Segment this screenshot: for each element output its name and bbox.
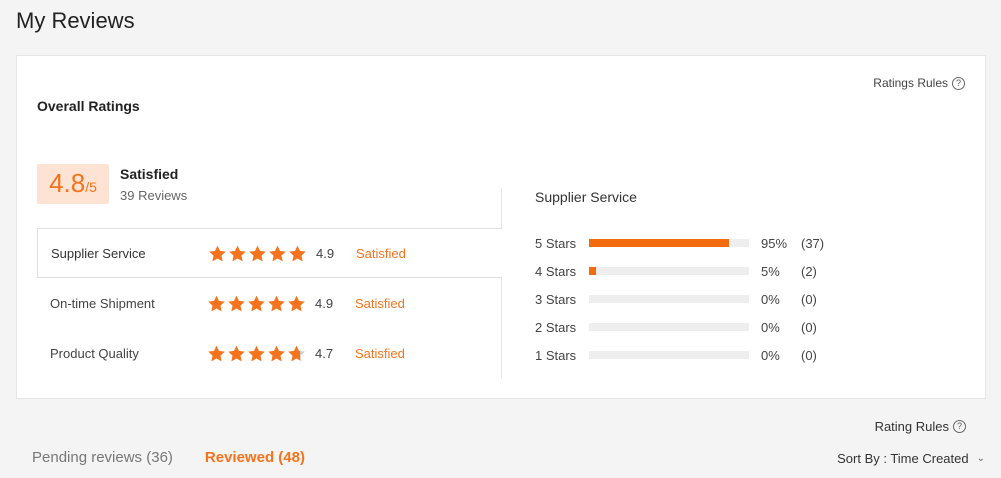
overall-score: 4.8 (49, 168, 86, 198)
distribution-row: 3 Stars 0% (0) (535, 289, 841, 309)
distribution-count: (0) (801, 291, 817, 307)
star-icon (209, 245, 226, 261)
rating-category-name: Product Quality (50, 345, 139, 361)
distribution-row: 1 Stars 0% (0) (535, 345, 841, 365)
distribution-label: 2 Stars (535, 319, 577, 335)
distribution-bar (589, 351, 749, 359)
rating-category-name: Supplier Service (51, 245, 146, 261)
star-icon (268, 295, 285, 311)
rating-row-product-quality[interactable]: Product Quality 4.7 Satisfied (37, 328, 502, 378)
distribution-row: 5 Stars 95% (37) (535, 233, 841, 253)
distribution-percent: 5% (761, 263, 780, 279)
distribution-bar-fill (589, 267, 597, 275)
star-icon (268, 345, 285, 361)
star-icon (288, 295, 305, 311)
star-icon (208, 345, 225, 361)
distribution-bar (589, 323, 749, 331)
distribution-bar (589, 295, 749, 303)
ratings-rules-link[interactable]: Ratings Rules ? (873, 76, 965, 90)
rating-rules-label: Rating Rules (874, 419, 949, 434)
star-icon (229, 245, 246, 261)
star-rating (208, 244, 316, 263)
page-title: My Reviews (16, 8, 135, 33)
star-rating (207, 294, 315, 313)
overall-score-badge: 4.8 /5 (37, 164, 109, 204)
distribution-percent: 95% (761, 235, 788, 251)
distribution-label: 4 Stars (535, 263, 577, 279)
star-rating (207, 344, 315, 363)
rating-status: Satisfied (355, 295, 405, 311)
overall-summary-label: Satisfied (120, 166, 179, 182)
star-icon (228, 345, 245, 361)
rating-value: 4.9 (316, 245, 335, 261)
chevron-down-icon: ⌄ (976, 453, 985, 464)
rating-value: 4.9 (315, 295, 334, 311)
distribution-count: (37) (801, 235, 825, 251)
distribution-percent: 0% (761, 291, 780, 307)
star-icon (289, 245, 306, 261)
ratings-rules-label: Ratings Rules (873, 76, 948, 90)
rating-category-name: On-time Shipment (50, 295, 155, 311)
star-icon (288, 345, 305, 361)
distribution-bar (589, 239, 749, 247)
section-title: Overall Ratings (37, 98, 140, 114)
distribution-percent: 0% (761, 319, 780, 335)
star-icon (249, 245, 266, 261)
overall-reviews-count: 39 Reviews (120, 188, 188, 203)
star-icon (248, 345, 265, 361)
distribution-count: (2) (801, 263, 817, 279)
overall-score-max: /5 (85, 179, 97, 195)
star-icon (208, 295, 225, 311)
star-icon (269, 245, 286, 261)
distribution-label: 3 Stars (535, 291, 577, 307)
rating-value: 4.7 (315, 345, 334, 361)
distribution-count: (0) (801, 347, 817, 363)
tab-reviewed[interactable]: Reviewed (48) (205, 449, 305, 466)
sort-label: Sort By : Time Created (837, 451, 969, 466)
overall-ratings-card: Ratings Rules ? Overall Ratings 4.8 /5 S… (16, 55, 986, 399)
distribution-bar (589, 267, 749, 275)
sort-dropdown[interactable]: Sort By : Time Created ⌄ (837, 451, 985, 466)
rating-row-supplier-service[interactable]: Supplier Service 4.9 Satisfied (37, 228, 502, 278)
distribution-label: 5 Stars (535, 235, 577, 251)
distribution-label: 1 Stars (535, 347, 577, 363)
distribution-count: (0) (801, 319, 817, 335)
tab-pending-reviews[interactable]: Pending reviews (36) (32, 449, 173, 466)
rating-status: Satisfied (356, 245, 406, 261)
review-tabs: Pending reviews (36) Reviewed (48) (32, 449, 305, 466)
star-icon (248, 295, 265, 311)
star-icon (228, 295, 245, 311)
rating-rules-link[interactable]: Rating Rules ? (875, 419, 966, 434)
distribution-row: 4 Stars 5% (2) (535, 261, 841, 281)
distribution-row: 2 Stars 0% (0) (535, 317, 841, 337)
help-icon: ? (952, 76, 965, 90)
rating-row-on-time-shipment[interactable]: On-time Shipment 4.9 Satisfied (37, 278, 502, 328)
rating-status: Satisfied (355, 345, 405, 361)
distribution-bar-fill (589, 239, 729, 247)
distribution-title: Supplier Service (535, 189, 637, 205)
distribution-percent: 0% (761, 347, 780, 363)
help-icon: ? (953, 420, 966, 433)
